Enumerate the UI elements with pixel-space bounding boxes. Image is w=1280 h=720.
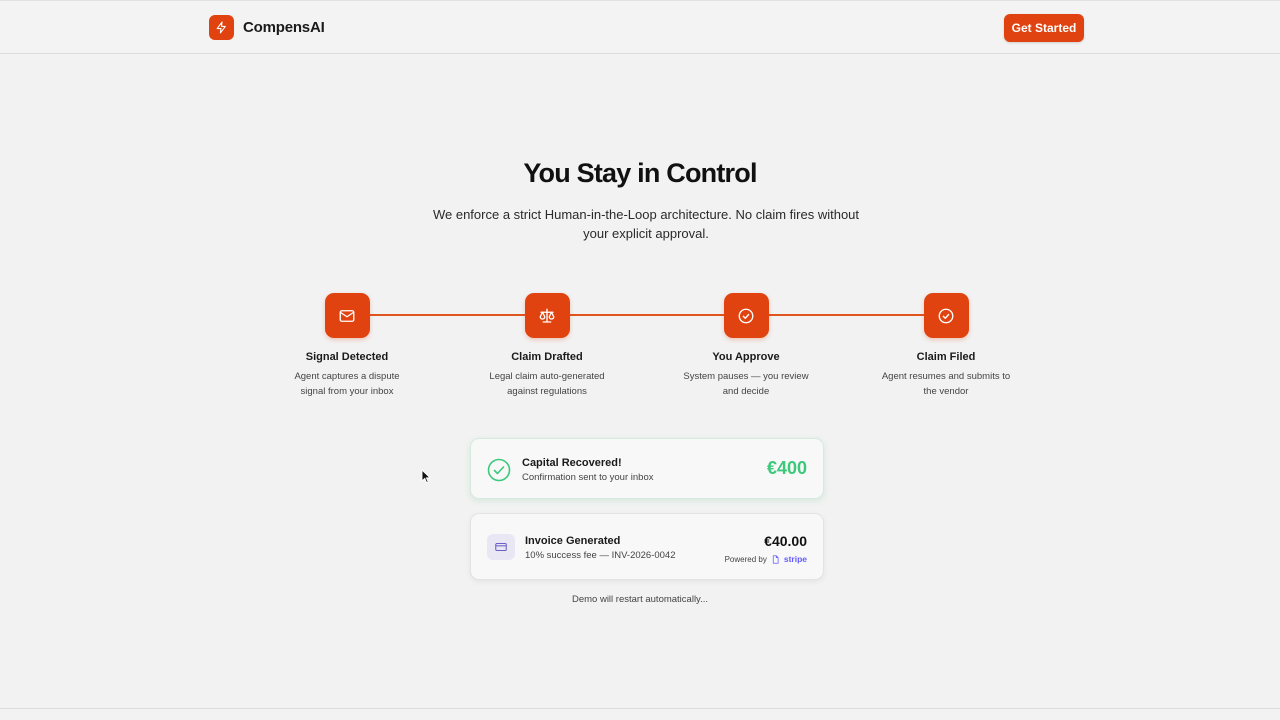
mail-icon <box>324 293 370 338</box>
card-subtitle: 10% success fee — INV-2026-0042 <box>525 550 676 561</box>
brand[interactable]: CompensAI <box>209 15 325 40</box>
capital-recovered-card: Capital Recovered! Confirmation sent to … <box>470 438 824 499</box>
step-signal-detected: Signal Detected Agent captures a dispute… <box>257 293 437 399</box>
check-circle-icon <box>923 293 969 338</box>
step-title: Claim Drafted <box>511 351 583 363</box>
powered-by-stripe: Powered by stripe <box>725 554 807 564</box>
step-title: Signal Detected <box>305 351 389 363</box>
step-claim-filed: Claim Filed Agent resumes and submits to… <box>856 293 1036 399</box>
card-subtitle: Confirmation sent to your inbox <box>522 472 654 483</box>
invoice-amount: €40.00 <box>764 533 807 549</box>
section-title: You Stay in Control <box>523 158 757 188</box>
check-circle-icon <box>723 293 769 338</box>
step-description: Legal claim auto-generated against regul… <box>489 371 605 397</box>
scale-icon <box>524 293 570 338</box>
step-title: Claim Filed <box>916 351 976 363</box>
document-icon <box>772 554 779 564</box>
mouse-cursor-icon <box>421 469 431 484</box>
powered-by-label: Powered by <box>724 554 767 564</box>
card-title: Capital Recovered! <box>522 457 622 469</box>
step-title: You Approve <box>712 351 780 363</box>
step-you-approve: You Approve System pauses — you review a… <box>656 293 836 399</box>
step-description: Agent captures a dispute signal from you… <box>294 371 400 397</box>
top-navigation-bar: CompensAI Get Started <box>0 0 1280 54</box>
card-title: Invoice Generated <box>525 535 621 547</box>
step-description: System pauses — you review and decide <box>683 371 809 397</box>
brand-name: CompensAI <box>243 19 325 36</box>
step-description: Agent resumes and submits to the vendor <box>881 371 1011 397</box>
credit-card-icon <box>487 534 515 560</box>
footer-divider <box>0 708 1280 709</box>
step-claim-drafted: Claim Drafted Legal claim auto-generated… <box>457 293 637 399</box>
section-subtitle: We enforce a strict Human-in-the-Loop ar… <box>432 207 860 241</box>
stripe-logo: stripe <box>783 554 807 564</box>
success-check-icon <box>487 458 511 482</box>
recovered-amount: €400 <box>766 458 807 478</box>
invoice-card: Invoice Generated 10% success fee — INV-… <box>470 513 824 580</box>
get-started-button[interactable]: Get Started <box>1004 14 1084 42</box>
lightning-icon <box>209 15 234 40</box>
demo-restart-note: Demo will restart automatically... <box>571 594 709 605</box>
